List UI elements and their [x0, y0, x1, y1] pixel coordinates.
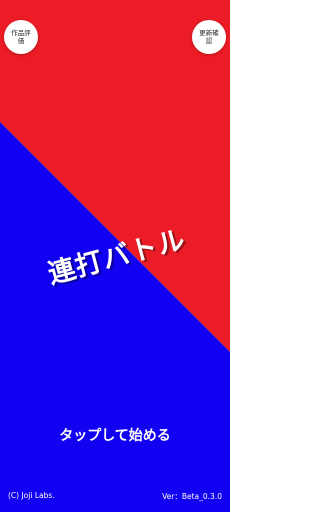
- version-text: Ver：Beta_0.3.0: [162, 492, 222, 501]
- rate-app-label: 作品評価: [11, 29, 31, 45]
- copyright-text: (C) Joji Labs.: [8, 491, 55, 500]
- tap-to-start-prompt[interactable]: タップして始める: [0, 425, 230, 445]
- title-screen[interactable]: 作品評価 更新確認 連打バトル タップして始める (C) Joji Labs. …: [0, 0, 230, 512]
- check-update-button[interactable]: 更新確認: [192, 20, 226, 54]
- check-update-label: 更新確認: [199, 29, 219, 45]
- rate-app-button[interactable]: 作品評価: [4, 20, 38, 54]
